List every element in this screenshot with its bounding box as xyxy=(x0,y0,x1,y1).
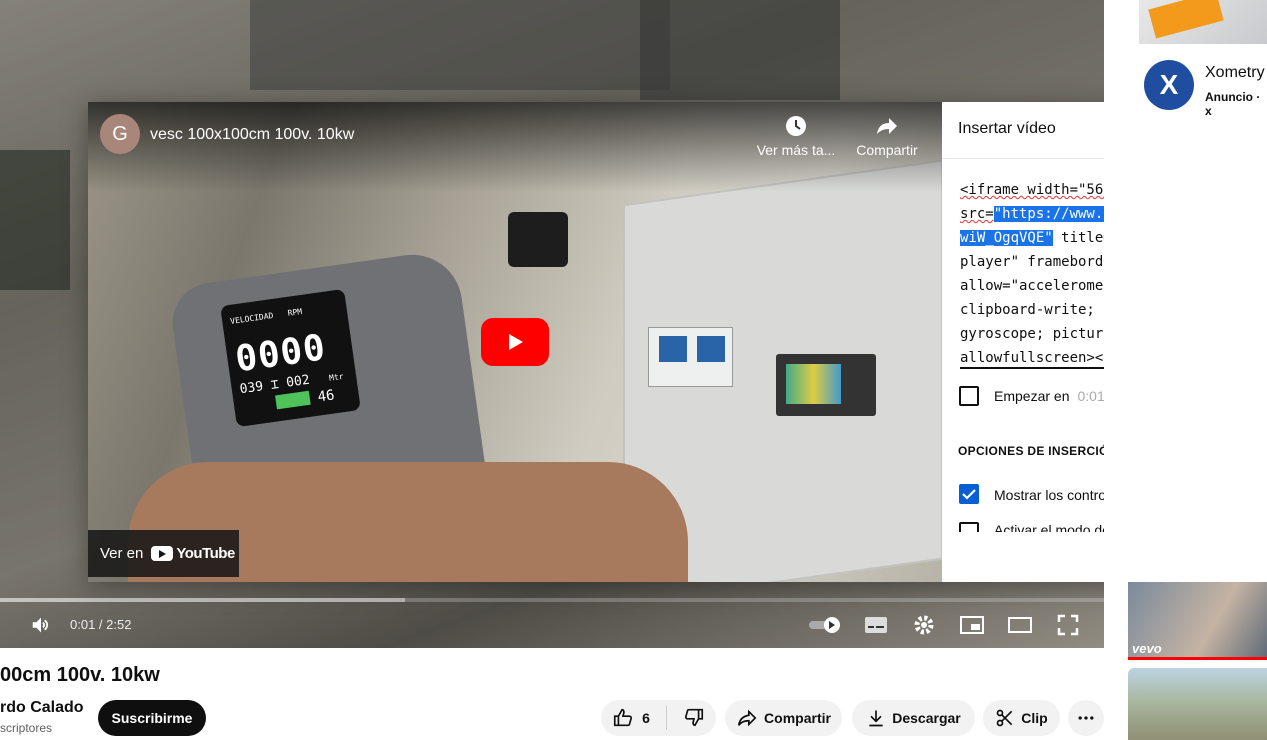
time-display: 0:01 / 2:52 xyxy=(70,617,132,632)
vevo-logo: vevo xyxy=(1132,641,1162,656)
share-icon xyxy=(737,709,757,727)
buffered-bar xyxy=(0,598,405,602)
watch-later-button[interactable]: Ver más ta... xyxy=(751,114,841,158)
start-at-checkbox[interactable] xyxy=(959,386,979,406)
dislike-button[interactable] xyxy=(683,706,705,731)
subscribe-button[interactable]: Suscribirme xyxy=(98,700,206,736)
privacy-mode-checkbox[interactable] xyxy=(959,522,979,532)
share-button[interactable]: Compartir xyxy=(842,114,932,158)
fullscreen-icon[interactable] xyxy=(1056,613,1080,637)
recommended-video-thumbnail[interactable] xyxy=(1128,668,1267,740)
volume-icon[interactable] xyxy=(30,614,52,636)
thumbs-up-icon xyxy=(614,708,633,727)
subtitles-icon[interactable] xyxy=(864,614,888,636)
like-button[interactable]: 6 xyxy=(612,707,650,729)
watch-on-youtube-button[interactable]: Ver en YouTube xyxy=(88,530,239,577)
like-count: 6 xyxy=(642,710,650,726)
checkmark-icon xyxy=(962,489,976,500)
start-at-label: Empezar en 0:01 xyxy=(994,388,1105,404)
ad-advertiser-name[interactable]: Xometry xyxy=(1205,64,1265,82)
more-actions-button[interactable] xyxy=(1068,700,1104,736)
autoplay-toggle-icon[interactable] xyxy=(808,615,842,635)
scissors-icon xyxy=(996,709,1013,727)
theater-mode-icon[interactable] xyxy=(1007,614,1033,636)
clock-icon xyxy=(786,116,806,136)
play-icon xyxy=(509,334,523,350)
play-button[interactable] xyxy=(481,318,549,366)
share-arrow-icon xyxy=(877,118,897,134)
recommendations-column: X Xometry Anuncio · x vevo xyxy=(1104,0,1267,740)
thumbs-down-icon xyxy=(684,708,703,726)
download-button[interactable]: Descargar xyxy=(852,700,975,736)
device-display: VELOCIDAD RPM 0000 039 ⌶ 002 Mtr 46 xyxy=(220,288,361,428)
watched-progress-bar xyxy=(1128,657,1267,660)
embed-preview-player[interactable]: VELOCIDAD RPM 0000 039 ⌶ 002 Mtr 46 G ve… xyxy=(88,102,942,582)
recommended-video-thumbnail[interactable]: vevo xyxy=(1128,582,1267,660)
xometry-logo-icon[interactable]: X xyxy=(1144,60,1194,110)
youtube-logo: YouTube xyxy=(151,545,235,562)
settings-gear-icon[interactable] xyxy=(912,613,936,637)
channel-name[interactable]: rdo Calado xyxy=(0,699,84,717)
start-time-input[interactable]: 0:01 xyxy=(1077,388,1104,404)
download-icon xyxy=(869,710,883,727)
panel-title: Insertar vídeo xyxy=(958,120,1056,137)
embed-video-title[interactable]: vesc 100x100cm 100v. 10kw xyxy=(150,126,354,144)
embed-video-dialog: VELOCIDAD RPM 0000 039 ⌶ 002 Mtr 46 G ve… xyxy=(88,102,1267,582)
video-title: 00cm 100v. 10kw xyxy=(0,664,160,686)
ad-label: Anuncio · x xyxy=(1205,90,1261,118)
miniplayer-icon[interactable] xyxy=(959,614,985,636)
subscriber-count: scriptores xyxy=(0,721,53,735)
share-video-button[interactable]: Compartir xyxy=(725,700,842,736)
show-controls-checkbox[interactable] xyxy=(959,484,979,504)
embed-options-heading: OPCIONES DE INSERCIÓN xyxy=(958,444,1118,458)
clip-button[interactable]: Clip xyxy=(983,700,1060,736)
channel-avatar[interactable]: G xyxy=(100,114,140,154)
recommended-video-thumbnail[interactable] xyxy=(1139,0,1267,44)
like-dislike-group: 6 xyxy=(601,700,716,736)
more-horizontal-icon xyxy=(1078,716,1094,720)
progress-bar[interactable] xyxy=(0,598,1104,602)
